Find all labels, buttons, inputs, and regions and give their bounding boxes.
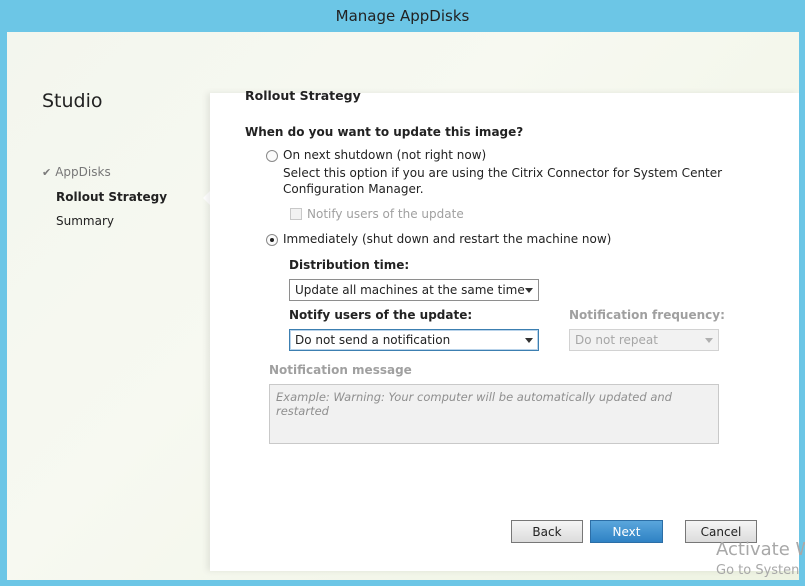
next-button-label: Next (612, 524, 641, 539)
notification-frequency-value: Do not repeat (575, 333, 658, 347)
sidebar-title: Studio (42, 90, 103, 112)
activation-watermark-line2: Go to Systen (716, 563, 800, 578)
notify-users-label: Notify users of the update: (289, 308, 473, 322)
question-label: When do you want to update this image? (245, 125, 524, 139)
radio-on-next-shutdown-label[interactable]: On next shutdown (not right now) (283, 148, 486, 162)
notification-frequency-select[interactable]: Do not repeat (569, 329, 719, 351)
dropdown-arrow-icon (525, 287, 533, 293)
notification-message-placeholder: Example: Warning: Your computer will be … (276, 390, 672, 418)
step-rollout-strategy[interactable]: Rollout Strategy (56, 190, 167, 204)
dropdown-arrow-icon (705, 337, 713, 343)
dropdown-arrow-icon (525, 337, 533, 343)
step-label: Rollout Strategy (56, 190, 168, 204)
window-titlebar: Manage AppDisks (0, 0, 805, 32)
back-button-label: Back (532, 524, 562, 539)
radio-immediately[interactable] (266, 234, 278, 246)
distribution-time-value: Update all machines at the same time (295, 283, 525, 297)
content-panel: Rollout Strategy When do you want to upd… (210, 88, 799, 571)
back-button[interactable]: Back (511, 520, 583, 543)
current-step-pointer (203, 191, 210, 205)
shutdown-description-line1: Select this option if you are using the … (283, 166, 723, 180)
step-appdisks[interactable]: ✔ AppDisks (42, 165, 111, 179)
step-label: Summary (56, 214, 114, 228)
notify-users-checkbox[interactable] (290, 208, 302, 220)
cancel-button-label: Cancel (700, 524, 742, 539)
notify-users-select[interactable]: Do not send a notification (289, 329, 539, 351)
notification-message-label: Notification message (269, 363, 412, 377)
radio-on-next-shutdown[interactable] (266, 150, 278, 162)
page-heading: Rollout Strategy (245, 88, 361, 103)
wizard-window: Studio ✔ AppDisks Rollout Strategy Summar… (7, 32, 799, 580)
notification-frequency-label: Notification frequency: (569, 308, 725, 322)
distribution-time-select[interactable]: Update all machines at the same time (289, 279, 539, 301)
step-label: AppDisks (55, 165, 111, 179)
checkmark-icon: ✔ (42, 166, 52, 179)
notify-users-value: Do not send a notification (295, 333, 451, 347)
notify-users-checkbox-label: Notify users of the update (307, 207, 464, 221)
radio-immediately-label[interactable]: Immediately (shut down and restart the m… (283, 232, 611, 246)
shutdown-description-line2: Configuration Manager. (283, 182, 424, 196)
next-button[interactable]: Next (590, 520, 663, 543)
activation-watermark-line1: Activate W (716, 539, 805, 560)
step-summary[interactable]: Summary (56, 214, 114, 228)
notification-message-field[interactable]: Example: Warning: Your computer will be … (269, 384, 719, 444)
distribution-time-label: Distribution time: (289, 258, 410, 272)
window-title: Manage AppDisks (335, 7, 470, 25)
